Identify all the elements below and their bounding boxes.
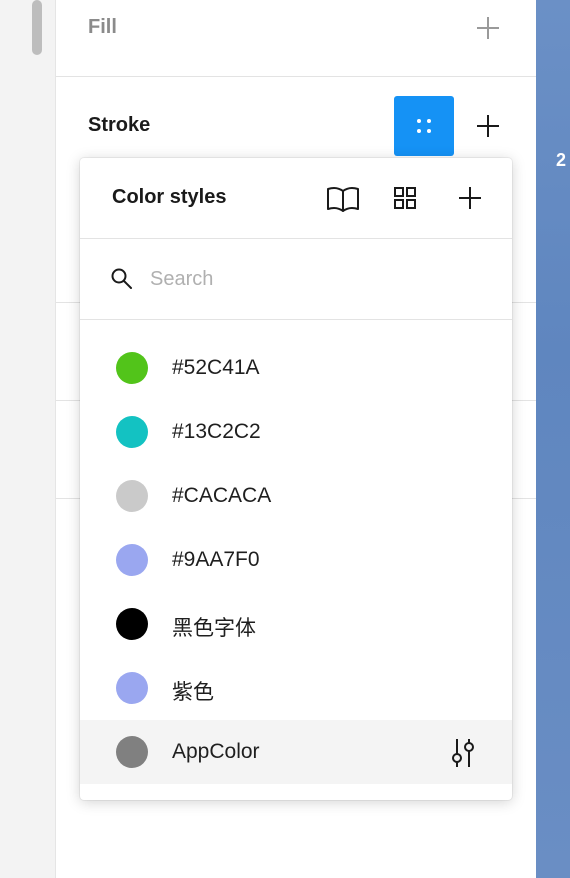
color-style-name: AppColor <box>172 740 260 763</box>
color-style-name: #CACACA <box>172 484 272 507</box>
color-swatch <box>116 416 148 448</box>
color-style-item[interactable]: 紫色 <box>80 656 512 720</box>
color-style-item[interactable]: AppColor <box>80 720 512 784</box>
color-style-item[interactable]: #13C2C2 <box>80 400 512 464</box>
sidebar-scrollbar[interactable] <box>32 0 42 55</box>
search-icon <box>110 267 134 291</box>
popover-title: Color styles <box>112 186 227 208</box>
stroke-style-button[interactable] <box>394 96 454 156</box>
book-icon[interactable] <box>325 184 361 214</box>
color-swatch <box>116 544 148 576</box>
color-swatch <box>116 736 148 768</box>
color-styles-popover: Color styles Search #52C41A #13C2C2 #CAC… <box>80 158 512 800</box>
color-style-name: #52C41A <box>172 356 260 379</box>
color-style-item[interactable]: #52C41A <box>80 336 512 400</box>
search-row <box>80 239 512 320</box>
color-style-item[interactable]: 黑色字体 <box>80 592 512 656</box>
left-sidebar-gutter <box>0 0 56 878</box>
canvas-area[interactable]: 2 <box>536 0 570 878</box>
canvas-text: 2 <box>556 150 567 170</box>
color-style-item[interactable]: #CACACA <box>80 464 512 528</box>
style-dots-icon <box>417 119 431 133</box>
color-style-list: #52C41A #13C2C2 #CACACA #9AA7F0 黑色字体 紫色 … <box>80 336 512 784</box>
fill-section-label: Fill <box>88 16 117 38</box>
grid-icon[interactable] <box>390 184 426 214</box>
add-fill-plus-icon[interactable] <box>476 16 500 40</box>
color-style-name: #13C2C2 <box>172 420 261 443</box>
color-style-name: #9AA7F0 <box>172 548 260 571</box>
add-stroke-plus-icon[interactable] <box>476 114 500 138</box>
sliders-icon[interactable] <box>446 736 480 770</box>
search-input[interactable] <box>148 263 452 295</box>
color-style-item[interactable]: #9AA7F0 <box>80 528 512 592</box>
stroke-section-label: Stroke <box>88 114 151 136</box>
color-swatch <box>116 672 148 704</box>
color-style-name: 紫色 <box>172 681 214 704</box>
popover-header: Color styles <box>80 158 512 239</box>
color-style-name: 黑色字体 <box>172 617 256 640</box>
color-swatch <box>116 480 148 512</box>
divider <box>56 76 536 77</box>
add-color-style-plus-icon[interactable] <box>458 186 482 210</box>
color-swatch <box>116 352 148 384</box>
color-swatch <box>116 608 148 640</box>
